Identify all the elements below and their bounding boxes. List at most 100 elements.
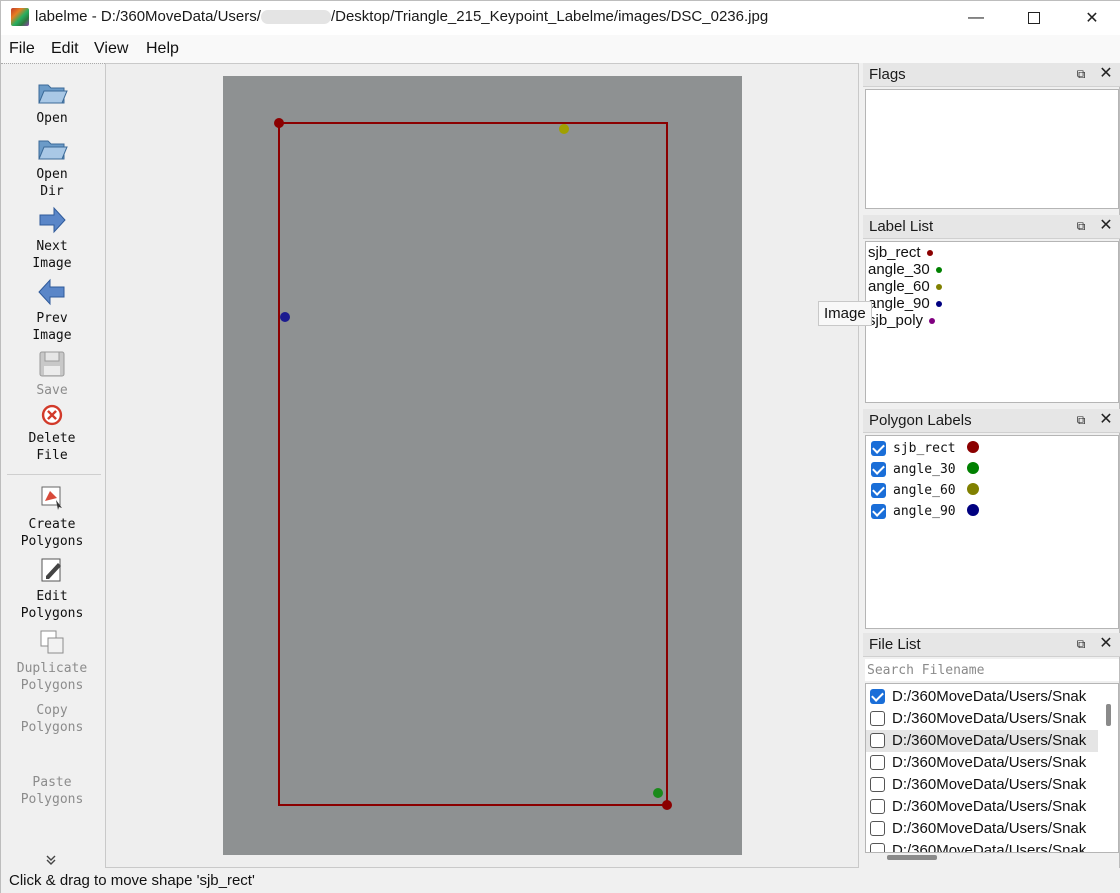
sjb-rect-shape[interactable] (278, 122, 668, 806)
menu-help[interactable]: Help (146, 40, 179, 58)
polygon-visibility-checkbox[interactable] (871, 504, 886, 519)
angle-30-point[interactable] (653, 788, 663, 798)
labelme-app-icon (11, 8, 29, 26)
flags-dock-title: Flags ⧉ ✕ (863, 63, 1120, 87)
menu-edit[interactable]: Edit (51, 40, 79, 58)
file-checkbox[interactable] (870, 711, 885, 726)
polygon-label-row[interactable]: sjb_rect (871, 438, 1111, 458)
file-list-item-selected[interactable]: D:/360MoveData/Users/Snak (866, 730, 1098, 752)
file-checkbox[interactable] (870, 689, 885, 704)
menu-file[interactable]: File (9, 40, 35, 58)
close-dock-icon[interactable]: ✕ (1098, 65, 1114, 83)
label-list-item[interactable]: angle_90 (868, 295, 942, 312)
float-dock-icon[interactable]: ⧉ (1074, 219, 1088, 233)
image-tooltip: Image (818, 301, 872, 326)
create-polygons-button[interactable]: Create Polygons (1, 482, 103, 550)
prev-image-button[interactable]: Prev Image (1, 276, 103, 344)
maximize-button[interactable] (1005, 1, 1063, 35)
close-dock-icon[interactable]: ✕ (1098, 411, 1114, 429)
polygon-visibility-checkbox[interactable] (871, 483, 886, 498)
label-list-item[interactable]: sjb_poly (868, 312, 936, 329)
angle-90-point[interactable] (280, 312, 290, 322)
file-checkbox[interactable] (870, 777, 885, 792)
title-bar: labelme - D:/360MoveData/Users/ /Desktop/… (1, 1, 1120, 35)
file-list-item[interactable]: D:/360MoveData/Users/Snak (866, 840, 1098, 853)
folder-open-icon (38, 140, 68, 160)
open-dir-button[interactable]: Open Dir (1, 132, 103, 200)
image-canvas[interactable] (105, 63, 859, 868)
rect-corner-top-left[interactable] (274, 118, 284, 128)
polygon-color-dot (967, 483, 979, 495)
file-checkbox[interactable] (870, 733, 885, 748)
float-dock-icon[interactable]: ⧉ (1074, 637, 1088, 651)
prev-image-label: Prev Image (32, 311, 72, 343)
status-bar: Click & drag to move shape 'sjb_rect' (1, 868, 1120, 893)
annotation-overlay (274, 118, 672, 810)
label-list-item[interactable]: angle_60 (868, 278, 942, 295)
toolbar-overflow-chevron-icon[interactable] (45, 854, 57, 869)
file-list-title: File List (869, 636, 921, 653)
polygon-label-row[interactable]: angle_60 (871, 480, 1111, 500)
close-icon: ✕ (1085, 10, 1099, 27)
close-dock-icon[interactable]: ✕ (1098, 217, 1114, 235)
label-list-item[interactable]: sjb_rect (868, 244, 933, 261)
angle-60-point[interactable] (559, 124, 569, 134)
polygon-visibility-checkbox[interactable] (871, 462, 886, 477)
label-list-item[interactable]: angle_30 (868, 261, 942, 278)
flags-title: Flags (869, 66, 906, 83)
search-filename-input[interactable] (865, 659, 1119, 681)
file-checkbox[interactable] (870, 843, 885, 852)
polygon-label-text: angle_60 (893, 483, 956, 498)
file-list-item[interactable]: D:/360MoveData/Users/Snak (866, 774, 1098, 796)
label-list-item-text: sjb_rect (868, 244, 921, 261)
file-path: D:/360MoveData/Users/Snak (892, 842, 1087, 853)
duplicate-polygons-button[interactable]: Duplicate Polygons (1, 626, 103, 694)
float-dock-icon[interactable]: ⧉ (1074, 67, 1088, 81)
label-list-item-text: angle_60 (868, 278, 930, 295)
delete-file-button[interactable]: Delete File (1, 402, 103, 464)
file-list-item[interactable]: D:/360MoveData/Users/Snak (866, 686, 1098, 708)
file-list-dock-title: File List ⧉ ✕ (863, 633, 1120, 657)
file-checkbox[interactable] (870, 799, 885, 814)
polygon-color-dot (967, 504, 979, 516)
save-label: Save (36, 383, 68, 398)
copy-polygons-button[interactable]: Copy Polygons (1, 702, 103, 736)
file-list: D:/360MoveData/Users/Snak D:/360MoveData… (865, 683, 1119, 853)
menu-view[interactable]: View (94, 40, 128, 58)
label-list-item-text: angle_30 (868, 261, 930, 278)
next-image-button[interactable]: Next Image (1, 204, 103, 272)
tool-bar: Open Open Dir Next Image Prev Image Save… (1, 63, 105, 868)
polygon-color-dot (967, 462, 979, 474)
polygon-visibility-checkbox[interactable] (871, 441, 886, 456)
file-checkbox[interactable] (870, 755, 885, 770)
double-chevron-down-icon (46, 855, 56, 865)
close-dock-icon[interactable]: ✕ (1098, 635, 1114, 653)
file-list-horizontal-scrollbar[interactable] (887, 855, 937, 860)
polygon-label-row[interactable]: angle_90 (871, 501, 1111, 521)
flags-dock: Flags ⧉ ✕ (863, 63, 1120, 209)
close-window-button[interactable]: ✕ (1063, 1, 1120, 35)
file-list-item[interactable]: D:/360MoveData/Users/Snak (866, 818, 1098, 840)
label-color-dot (935, 301, 942, 308)
label-color-dot (935, 267, 942, 274)
minimize-icon: — (968, 9, 984, 26)
file-list-item[interactable]: D:/360MoveData/Users/Snak (866, 752, 1098, 774)
float-dock-icon[interactable]: ⧉ (1074, 413, 1088, 427)
file-path: D:/360MoveData/Users/Snak (892, 710, 1087, 727)
file-checkbox[interactable] (870, 821, 885, 836)
file-list-item[interactable]: D:/360MoveData/Users/Snak (866, 708, 1098, 730)
minimize-button[interactable]: — (947, 1, 1005, 35)
file-list-item[interactable]: D:/360MoveData/Users/Snak (866, 796, 1098, 818)
paste-polygons-button[interactable]: Paste Polygons (1, 774, 103, 808)
polygon-label-row[interactable]: angle_30 (871, 459, 1111, 479)
save-button[interactable]: Save (1, 348, 103, 399)
open-button[interactable]: Open (1, 76, 103, 127)
toolbar-separator (7, 474, 101, 475)
copy-polygons-label: Copy Polygons (20, 703, 84, 735)
open-label: Open (36, 111, 68, 126)
rect-corner-bottom-right[interactable] (662, 800, 672, 810)
file-list-vertical-scrollbar[interactable] (1106, 704, 1111, 726)
label-list-title: Label List (869, 218, 934, 235)
edit-polygons-button[interactable]: Edit Polygons (1, 554, 103, 622)
redacted-username (260, 10, 331, 25)
